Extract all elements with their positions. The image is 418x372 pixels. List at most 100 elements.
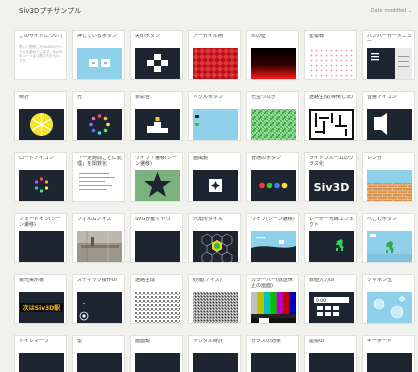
- card-mold[interactable]: 型: [72, 335, 125, 372]
- card-title: ワイプ(シーン遷移): [251, 217, 295, 222]
- card-led-sign[interactable]: 電光掲示板次はSiv3D駅: [14, 274, 67, 324]
- card-thumbnail: 0.00: [309, 292, 354, 323]
- card-title: アーガイル柄: [193, 34, 223, 39]
- card-title: 六角形タイル: [193, 217, 224, 222]
- card-thumbnail: [135, 231, 180, 262]
- card-title: 光: [77, 95, 83, 100]
- card-mirror-painting[interactable]: 画風鏡: [188, 152, 241, 202]
- card-number-input[interactable]: 数値入力UI 0.00: [304, 274, 357, 324]
- card-thumbnail: [135, 170, 180, 201]
- card-thumbnail: 次はSiv3D駅: [19, 292, 64, 323]
- card-argyle[interactable]: アーガイル柄: [188, 30, 241, 80]
- card-timer-function[interactable]: 「一定時間ごとに処理」を関数化: [72, 152, 125, 202]
- card-film-noise[interactable]: フィルムノイズ: [72, 213, 125, 263]
- card-title: 「一定時間ごとに処理」を関数化: [77, 156, 122, 167]
- card-bubbles[interactable]: シャボン玉: [362, 274, 415, 324]
- card-hamburger-menu[interactable]: ハンバーガーメニュー: [362, 30, 415, 80]
- siv3d-logo-icon: Siv3D: [309, 170, 354, 201]
- card-volume-icon[interactable]: 音量アイコン: [362, 91, 415, 141]
- card-title: ガラスの効果: [251, 339, 281, 344]
- led-sign-icon: 次はSiv3D駅: [19, 292, 64, 323]
- card-sand-noise[interactable]: 砂嵐(ノイズ): [188, 274, 241, 324]
- color-bar-icon: [251, 292, 296, 323]
- card-loading-icon[interactable]: ロードアイコン: [14, 152, 67, 202]
- screen-mirror-icon: [135, 353, 180, 372]
- card-color-bar[interactable]: カラーバー(放送休止の画面): [246, 274, 299, 324]
- maze-pattern-icon: [309, 109, 354, 140]
- card-fire-wall[interactable]: 炎の壁: [246, 30, 299, 80]
- card-thumbnail: [309, 353, 354, 372]
- card-thumbnail: [77, 48, 122, 79]
- film-noise-icon: [77, 231, 122, 262]
- card-screen-mirror[interactable]: 画面鏡: [130, 335, 183, 372]
- podium-icon: [135, 109, 180, 140]
- card-title: 音量アイコン: [367, 95, 397, 100]
- card-star-pattern[interactable]: 星模様: [304, 30, 357, 80]
- maze-gen-icon: [135, 292, 180, 323]
- card-title: SVGが動くやつ: [135, 217, 171, 222]
- card-thumbnail: [193, 48, 238, 79]
- shippo-pattern-icon: [251, 109, 296, 140]
- card-thumbnail: [309, 231, 354, 262]
- app-window: Siv3Dプチサンプル Date modified ⌄ このサイトについて 書いて…: [0, 0, 418, 372]
- sort-dropdown[interactable]: Date modified ⌄: [371, 8, 412, 14]
- card-wipe-scene[interactable]: ワイプ(シーン遷移): [246, 213, 299, 263]
- card-normal-button[interactable]: 普通のボタン: [246, 152, 299, 202]
- wipe-scene-icon: [251, 231, 296, 262]
- card-title: 普通のボタン: [251, 156, 282, 161]
- card-maze-stick[interactable]: 迷路生成(棒倒し法): [304, 91, 357, 141]
- card-title: スティック操作UI: [77, 278, 117, 283]
- card-toggle-button[interactable]: トグルボタン: [188, 91, 241, 141]
- card-thumbnail: [251, 48, 296, 79]
- card-hex-tile[interactable]: 六角形タイル: [188, 213, 241, 263]
- card-podium[interactable]: 表彰台: [130, 91, 183, 141]
- card-toilet-mark[interactable]: トイレマーク: [14, 335, 67, 372]
- card-brick[interactable]: レンガ: [362, 152, 415, 202]
- card-wipe-star[interactable]: ワイプ・遷移(シーン遷移): [130, 152, 183, 202]
- card-thumbnail: [77, 353, 122, 372]
- card-title: 電光掲示板: [19, 278, 45, 283]
- card-thumbnail: [309, 48, 354, 79]
- card-dent-button[interactable]: へこむボタン: [362, 213, 415, 263]
- card-fade-in[interactable]: フェードイン(シーン遷移): [14, 213, 67, 263]
- laser-scene-icon: [309, 231, 354, 262]
- card-maze-generation[interactable]: 迷路生成: [130, 274, 183, 324]
- press-button-icon: [77, 48, 122, 79]
- card-digital-clock[interactable]: デジタル時計: [188, 335, 241, 372]
- card-light[interactable]: 光: [72, 91, 125, 141]
- card-laser-effect[interactable]: レーザー光線エフェクト: [304, 213, 357, 263]
- digital-clock-icon: [193, 353, 238, 372]
- card-glass-effect[interactable]: ガラスの効果: [246, 335, 299, 372]
- card-title: 数値入力UI: [309, 278, 335, 283]
- hamburger-menu-icon: [367, 48, 412, 79]
- volume-icon: [367, 109, 412, 140]
- toggle-button-icon: [193, 109, 238, 140]
- card-title: 迷路生成(棒倒し法): [309, 95, 353, 100]
- card-title: シャボン玉: [367, 278, 393, 283]
- card-pressing-button[interactable]: 押しているボタン: [72, 30, 125, 80]
- svg-text:Siv3D: Siv3D: [314, 181, 350, 194]
- card-shippo[interactable]: 七宝つなぎ: [246, 91, 299, 141]
- card-coordinate-ui[interactable]: 座標UI: [304, 335, 357, 372]
- card-svg-animation[interactable]: SVGが動くやつ: [130, 213, 183, 263]
- card-description: 書いて動作したSiv3Dのサンプルを集めています。Siv3Dのコードは公開された…: [19, 45, 63, 63]
- card-keyboard[interactable]: キーボード: [362, 335, 415, 372]
- card-light-bloom[interactable]: ライトブルームのクラス化 Siv3D: [304, 152, 357, 202]
- card-about[interactable]: このサイトについて 書いて動作したSiv3Dのサンプルを集めています。Siv3Dの…: [14, 30, 67, 80]
- card-thumbnail: [77, 109, 122, 140]
- card-clock[interactable]: 時計: [14, 91, 67, 141]
- card-title: レーザー光線エフェクト: [309, 217, 354, 228]
- card-stick-ui[interactable]: スティック操作UI: [72, 274, 125, 324]
- card-thumbnail: [367, 109, 412, 140]
- light-ring-icon: [77, 109, 122, 140]
- card-thumbnail: [251, 292, 296, 323]
- star-pattern-icon: [309, 48, 354, 79]
- card-thumbnail: [367, 170, 412, 201]
- card-title: 押しているボタン: [77, 34, 117, 39]
- card-title: 迷路生成: [135, 278, 156, 283]
- card-thumbnail: [135, 48, 180, 79]
- svg-text:0.00: 0.00: [316, 298, 326, 304]
- card-thumbnail: [251, 170, 296, 201]
- card-arrow-buttons[interactable]: 矢印ボタン: [130, 30, 183, 80]
- card-title: 時計: [19, 95, 30, 100]
